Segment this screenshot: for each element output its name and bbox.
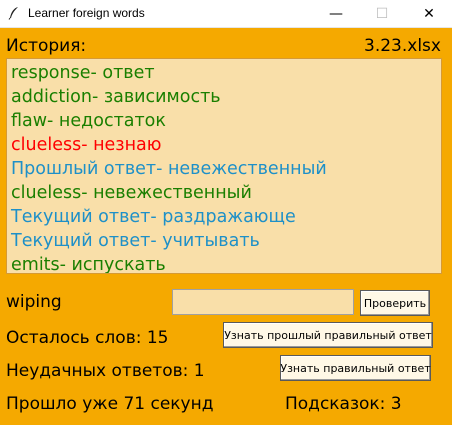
window-title: Learner foreign words xyxy=(28,6,145,20)
history-entry: Текущий ответ- учитывать xyxy=(11,231,260,251)
history-list[interactable]: response- ответ addiction- зависимость fla… xyxy=(6,58,442,274)
app-window: Learner foreign words — ☐ ✕ История: 3.2… xyxy=(0,0,452,425)
close-button[interactable]: ✕ xyxy=(406,0,452,27)
maximize-button[interactable]: ☐ xyxy=(359,0,405,27)
hints-label: Подсказок: 3 xyxy=(285,394,402,414)
history-label: История: xyxy=(6,36,87,56)
answer-input[interactable] xyxy=(172,289,354,315)
previous-answer-button[interactable]: Узнать прошлый правильный ответ xyxy=(223,322,433,348)
show-answer-button[interactable]: Узнать правильный ответ xyxy=(280,355,431,381)
history-entry: flaw- недостаток xyxy=(11,111,166,131)
minimize-button[interactable]: — xyxy=(313,0,359,27)
elapsed-time-label: Прошло уже 71 секунд xyxy=(6,394,214,414)
words-left-label: Осталось слов: 15 xyxy=(6,328,169,348)
check-button[interactable]: Проверить xyxy=(360,290,430,316)
failed-answers-label: Неудачных ответов: 1 xyxy=(6,361,205,381)
feather-icon xyxy=(8,7,18,20)
history-entry: response- ответ xyxy=(11,63,155,83)
filename-label: 3.23.xlsx xyxy=(364,36,441,56)
history-entry: addiction- зависимость xyxy=(11,87,221,107)
current-word: wiping xyxy=(6,292,62,312)
history-entry: clueless- незнаю xyxy=(11,135,162,155)
history-entry: emits- испускать xyxy=(11,255,166,274)
history-entry: clueless- невежественный xyxy=(11,183,252,203)
history-entry: Прошлый ответ- невежественный xyxy=(11,159,327,179)
title-bar: Learner foreign words — ☐ ✕ xyxy=(0,0,452,28)
history-entry: Текущий ответ- раздражающе xyxy=(11,207,296,227)
